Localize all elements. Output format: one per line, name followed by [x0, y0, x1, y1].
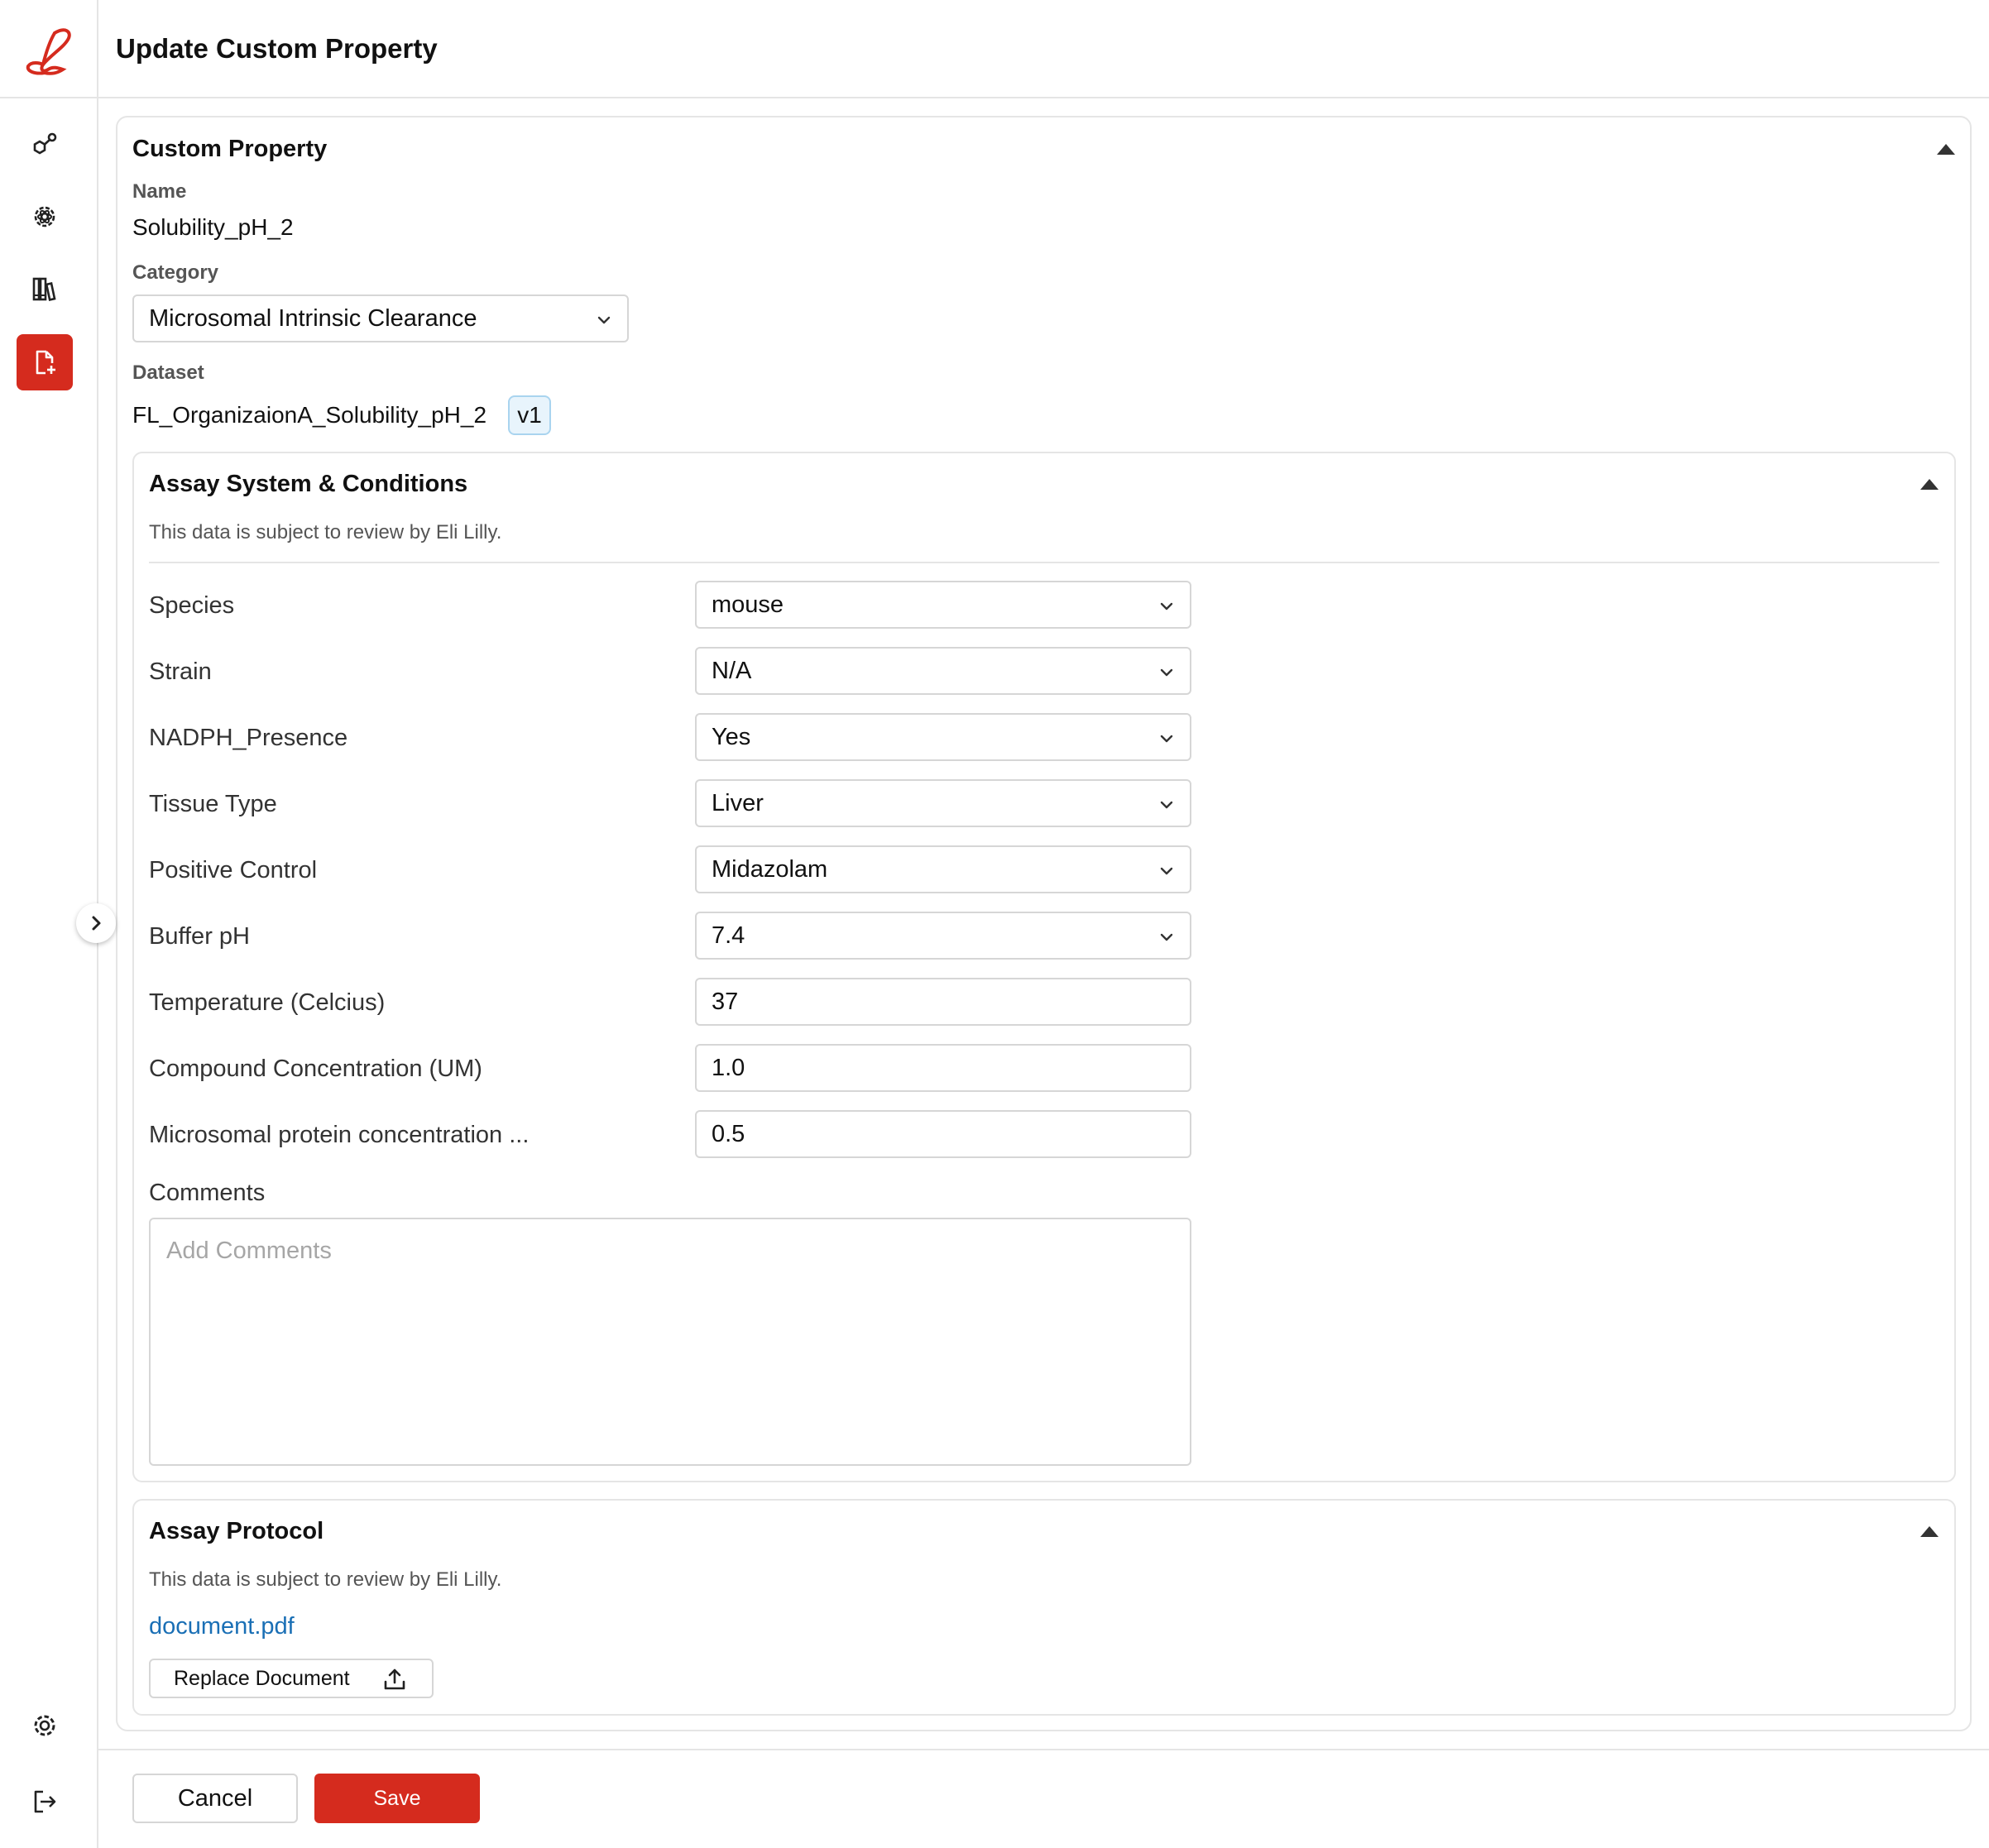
- positive-control-select-value: Midazolam: [712, 855, 828, 883]
- sidebar-item-settings[interactable]: [22, 1702, 68, 1749]
- lilly-logo[interactable]: [22, 26, 78, 76]
- chevron-down-icon: [1160, 668, 1173, 677]
- collapse-assay-protocol-icon[interactable]: [1920, 1526, 1939, 1537]
- species-select[interactable]: mouse: [695, 581, 1191, 629]
- chevron-down-icon: [597, 316, 611, 324]
- buffer-ph-select[interactable]: 7.4: [695, 912, 1191, 960]
- chevron-down-icon: [1160, 735, 1173, 743]
- sidebar-header-divider: [0, 97, 98, 98]
- temperature-input-value: 37: [712, 988, 739, 1015]
- microsomal-protein-concentration-label: Microsomal protein concentration ...: [149, 1122, 530, 1148]
- microsomal-protein-concentration-input[interactable]: 0.5: [695, 1110, 1191, 1158]
- collapse-custom-property-icon[interactable]: [1937, 144, 1955, 155]
- sidebar-item-logout[interactable]: [22, 1779, 68, 1825]
- sidebar-item-library[interactable]: [17, 261, 73, 317]
- temperature-label: Temperature (Celcius): [149, 989, 386, 1016]
- cancel-button[interactable]: Cancel: [132, 1774, 298, 1823]
- chevron-right-icon: [92, 916, 101, 931]
- assay-protocol-review-note: This data is subject to review by Eli Li…: [149, 1568, 502, 1591]
- nadph-presence-select-value: Yes: [712, 723, 751, 750]
- chevron-down-icon: [1160, 867, 1173, 875]
- custom-property-title: Custom Property: [132, 136, 328, 162]
- page-title: Update Custom Property: [116, 33, 438, 64]
- category-select-value: Microsomal Intrinsic Clearance: [149, 304, 477, 332]
- sidebar-item-assays[interactable]: [17, 189, 73, 245]
- replace-document-label: Replace Document: [174, 1666, 350, 1690]
- tissue-type-select[interactable]: Liver: [695, 779, 1191, 827]
- nadph-presence-label: NADPH_Presence: [149, 725, 348, 751]
- species-select-value: mouse: [712, 591, 784, 618]
- name-value: Solubility_pH_2: [132, 214, 294, 240]
- compound-concentration-input[interactable]: 1.0: [695, 1044, 1191, 1092]
- replace-document-button[interactable]: Replace Document: [149, 1659, 434, 1698]
- upload-icon: [384, 1668, 405, 1690]
- assay-system-review-note: This data is subject to review by Eli Li…: [149, 521, 502, 543]
- dataset-value: FL_OrganizaionA_Solubility_pH_2: [132, 402, 487, 428]
- comments-textarea[interactable]: Add Comments: [149, 1218, 1191, 1466]
- comments-placeholder: Add Comments: [166, 1238, 332, 1264]
- collapse-assay-system-icon[interactable]: [1920, 479, 1939, 490]
- tissue-type-label: Tissue Type: [149, 791, 277, 817]
- strain-label: Strain: [149, 658, 212, 685]
- tissue-type-select-value: Liver: [712, 789, 764, 816]
- temperature-input[interactable]: 37: [695, 978, 1191, 1026]
- save-button[interactable]: Save: [314, 1774, 480, 1823]
- nadph-presence-select[interactable]: Yes: [695, 713, 1191, 761]
- logout-icon: [34, 1790, 56, 1813]
- assay-protocol-title: Assay Protocol: [149, 1518, 324, 1544]
- assay-system-divider: [149, 562, 1939, 563]
- name-label: Name: [132, 180, 187, 203]
- atom-gear-icon: [34, 206, 55, 227]
- buffer-ph-label: Buffer pH: [149, 923, 250, 950]
- file-add-icon: [36, 350, 55, 375]
- document-link[interactable]: document.pdf: [149, 1613, 295, 1640]
- compound-concentration-label: Compound Concentration (UM): [149, 1056, 482, 1082]
- sidebar-expand-toggle[interactable]: [76, 903, 116, 943]
- sidebar-item-custom-properties[interactable]: [17, 334, 73, 390]
- footer-divider: [98, 1749, 1989, 1750]
- strain-select[interactable]: N/A: [695, 647, 1191, 695]
- gear-icon: [34, 1715, 55, 1736]
- category-select[interactable]: Microsomal Intrinsic Clearance: [132, 294, 629, 342]
- molecule-icon: [33, 132, 57, 155]
- assay-system-title: Assay System & Conditions: [149, 471, 468, 497]
- chevron-down-icon: [1160, 933, 1173, 941]
- dataset-label: Dataset: [132, 361, 204, 384]
- compound-concentration-input-value: 1.0: [712, 1054, 745, 1081]
- dataset-version-badge: v1: [508, 395, 551, 435]
- species-label: Species: [149, 592, 235, 619]
- sidebar-item-molecules[interactable]: [17, 117, 73, 173]
- microsomal-protein-concentration-input-value: 0.5: [712, 1120, 745, 1147]
- library-icon: [32, 277, 56, 301]
- page-header: Update Custom Property: [98, 0, 1989, 98]
- chevron-down-icon: [1160, 801, 1173, 809]
- positive-control-select[interactable]: Midazolam: [695, 845, 1191, 893]
- positive-control-label: Positive Control: [149, 857, 318, 883]
- strain-select-value: N/A: [712, 657, 752, 684]
- comments-label: Comments: [149, 1180, 266, 1206]
- chevron-down-icon: [1160, 602, 1173, 610]
- buffer-ph-select-value: 7.4: [712, 922, 745, 949]
- category-label: Category: [132, 261, 219, 284]
